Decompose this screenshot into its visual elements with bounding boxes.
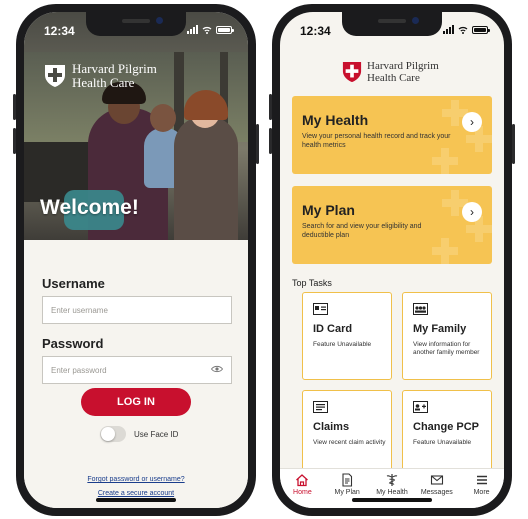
volume-button [269, 128, 272, 154]
wifi-icon [202, 26, 212, 34]
welcome-heading: Welcome! [40, 196, 139, 219]
logo-shield-icon [342, 62, 362, 82]
notch [86, 12, 186, 36]
brand-name-line2: Health Care [72, 75, 135, 90]
task-description: Feature Unavailable [313, 341, 372, 348]
claims-icon [313, 401, 328, 413]
task-title: Claims [313, 421, 350, 433]
task-title: My Family [413, 323, 467, 335]
brand-name-line1: Harvard Pilgrim [367, 60, 439, 72]
envelope-icon [430, 475, 443, 485]
tab-my-plan[interactable]: My Plan [325, 469, 369, 508]
tab-label: My Health [376, 489, 408, 496]
task-description: Feature Unavailable [413, 439, 472, 446]
password-label: Password [42, 336, 104, 351]
tab-my-health[interactable]: My Health [370, 469, 414, 508]
person-woman [174, 116, 238, 240]
face-id-label: Use Face ID [134, 429, 179, 439]
login-screen: 12:34 Harvard Pilgrim Health Care Welcom… [24, 12, 248, 508]
login-button[interactable]: LOG IN [81, 388, 191, 416]
change-pcp-icon [413, 401, 428, 413]
home-screen: 12:34 Harvard Pilgrim Health Care My Hea… [280, 12, 504, 508]
power-button [512, 124, 515, 164]
tab-more[interactable]: More [460, 469, 504, 508]
volume-button [269, 94, 272, 120]
password-input[interactable]: Enter password [42, 356, 232, 384]
password-placeholder: Enter password [51, 365, 107, 375]
home-icon [296, 474, 309, 487]
logo-shield-icon [45, 65, 65, 87]
tab-label: Messages [420, 489, 453, 496]
person-child-head [150, 104, 176, 132]
tab-home[interactable]: Home [280, 469, 324, 508]
username-input[interactable]: Enter username [42, 296, 232, 324]
face-id-row: Use Face ID [100, 426, 178, 442]
battery-icon [216, 25, 234, 34]
username-placeholder: Enter username [51, 305, 108, 315]
task-id-card[interactable]: ID Card Feature Unavailable [302, 292, 392, 380]
tab-messages[interactable]: Messages [415, 469, 459, 508]
brand-logo: Harvard Pilgrim Health Care [44, 62, 157, 90]
volume-button [13, 128, 16, 154]
create-account-link[interactable]: Create a secure account [24, 490, 248, 497]
my-plan-card[interactable]: My Plan Search for and view your eligibi… [292, 186, 492, 264]
brand-name-line1: Harvard Pilgrim [72, 61, 157, 76]
login-form: Username Enter username Password Enter p… [24, 240, 248, 508]
menu-icon [476, 475, 487, 485]
phone-login: 12:34 Harvard Pilgrim Health Care Welcom… [13, 4, 259, 516]
my-health-description: View your personal health record and tra… [302, 133, 451, 149]
status-time: 12:34 [300, 24, 331, 38]
task-description: View information for another family memb… [413, 341, 480, 356]
task-description: View recent claim activity [313, 439, 386, 446]
signal-icon [187, 25, 198, 34]
home-indicator [96, 498, 176, 502]
chevron-right-icon[interactable]: › [462, 112, 482, 132]
username-label: Username [42, 276, 105, 291]
bottom-tab-bar: Home My Plan My Health Messages More [280, 468, 504, 508]
my-plan-title: My Plan [302, 202, 355, 218]
my-plan-description: Search for and view your eligibility and… [302, 223, 422, 239]
task-change-pcp[interactable]: Change PCP Feature Unavailable [402, 390, 492, 478]
brand-logo: Harvard Pilgrim Health Care [342, 60, 439, 84]
tab-label: My Plan [334, 489, 360, 496]
brand-name-line2: Health Care [367, 72, 420, 84]
power-button [256, 124, 259, 164]
my-health-title: My Health [302, 112, 369, 128]
hero-photo: 12:34 Harvard Pilgrim Health Care Welcom… [24, 12, 248, 240]
status-time: 12:34 [44, 24, 75, 38]
eye-icon[interactable] [211, 365, 223, 373]
task-title: Change PCP [413, 421, 480, 433]
forgot-credentials-link[interactable]: Forgot password or username? [24, 476, 248, 483]
top-tasks-heading: Top Tasks [292, 278, 332, 288]
phone-home: 12:34 Harvard Pilgrim Health Care My Hea… [269, 4, 515, 516]
battery-icon [472, 25, 490, 34]
id-card-icon [313, 303, 328, 315]
notch [342, 12, 442, 36]
home-indicator [352, 498, 432, 502]
my-health-card[interactable]: My Health View your personal health reco… [292, 96, 492, 174]
family-icon [413, 303, 428, 315]
caduceus-icon [386, 474, 398, 486]
volume-button [13, 94, 16, 120]
tab-label: Home [293, 489, 312, 496]
face-id-toggle[interactable] [100, 426, 126, 442]
task-my-family[interactable]: My Family View information for another f… [402, 292, 492, 380]
tab-label: More [473, 489, 490, 496]
task-title: ID Card [313, 323, 353, 335]
document-icon [342, 473, 353, 487]
signal-icon [443, 25, 454, 34]
task-claims[interactable]: Claims View recent claim activity [302, 390, 392, 478]
chevron-right-icon[interactable]: › [462, 202, 482, 222]
wifi-icon [458, 26, 468, 34]
